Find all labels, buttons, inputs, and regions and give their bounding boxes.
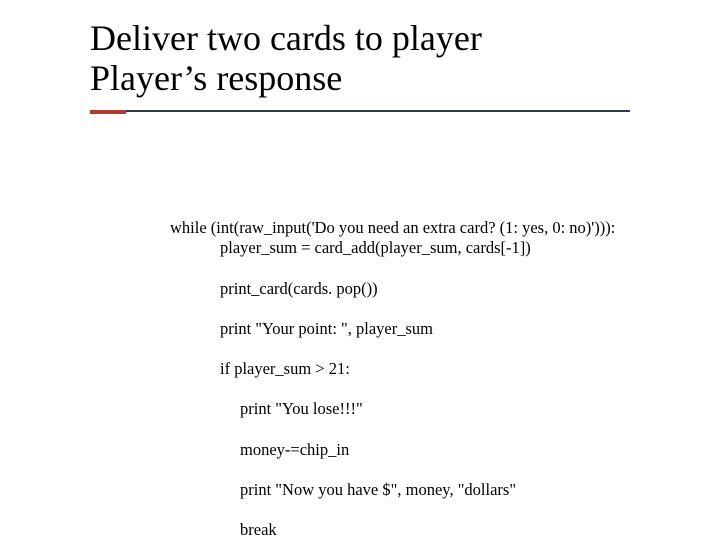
code-line: break — [170, 520, 690, 540]
code-line: print "Now you have $", money, "dollars" — [170, 480, 690, 500]
code-line: if player_sum > 21: — [170, 359, 690, 379]
code-line: print "You lose!!!" — [170, 399, 690, 419]
title-underline — [90, 110, 630, 112]
code-line: money-=chip_in — [170, 440, 690, 460]
title-line-1: Deliver two cards to player — [90, 18, 650, 58]
code-line: while (int(raw_input('Do you need an ext… — [170, 218, 615, 237]
code-line: print_card(cards. pop()) — [170, 279, 690, 299]
title-accent — [90, 110, 126, 114]
slide: Deliver two cards to player Player’s res… — [0, 0, 720, 540]
slide-title: Deliver two cards to player Player’s res… — [90, 18, 650, 99]
code-line: player_sum = card_add(player_sum, cards[… — [170, 238, 690, 258]
title-line-2: Player’s response — [90, 58, 650, 98]
code-line: print "Your point: ", player_sum — [170, 319, 690, 339]
code-block: while (int(raw_input('Do you need an ext… — [170, 198, 690, 540]
